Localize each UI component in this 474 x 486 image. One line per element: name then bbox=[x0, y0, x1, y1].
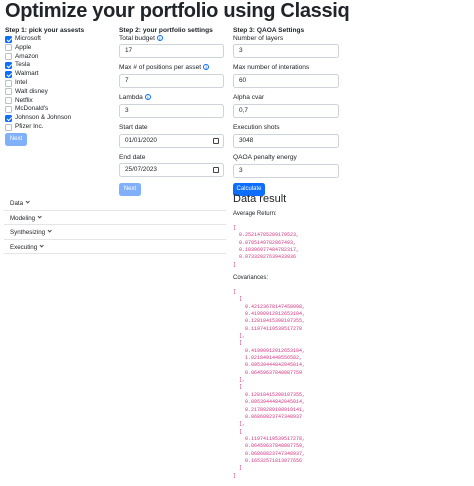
asset-item[interactable]: Walmart bbox=[5, 70, 115, 78]
asset-checkbox[interactable] bbox=[5, 105, 12, 113]
iterations-input[interactable]: 60 bbox=[233, 74, 339, 88]
page-title: Optimize your portfolio using Classiq bbox=[5, 0, 350, 22]
asset-item[interactable]: Johnson & Johnson bbox=[5, 114, 115, 122]
asset-checkbox[interactable] bbox=[5, 114, 12, 122]
accordion-modeling-label: Modeling bbox=[10, 213, 43, 222]
asset-item[interactable]: Netflix bbox=[5, 97, 115, 105]
alpha-cvar-label: Alpha cvar bbox=[233, 94, 265, 101]
average-return-values: [ 0.25214785289179523, 0.070514978286749… bbox=[233, 225, 300, 268]
asset-label: Walmart bbox=[15, 70, 39, 78]
execution-shots-label: Execution shots bbox=[233, 124, 280, 131]
step1-title: Step 1: pick your assests bbox=[5, 27, 85, 34]
step3-column: Step 3: QAOA Settings Number of layers 3… bbox=[233, 27, 339, 197]
start-date-input[interactable]: 01/01/2020 bbox=[119, 134, 224, 148]
chevron-down-icon bbox=[47, 228, 53, 234]
accordion-synthesizing-label: Synthesizing bbox=[10, 228, 53, 236]
average-return-label: Average Return: bbox=[233, 211, 277, 217]
asset-label: Amazon bbox=[15, 52, 39, 60]
accordion-executing-label: Executing bbox=[10, 242, 45, 251]
lambda-label: Lambda i bbox=[119, 94, 151, 101]
asset-label: Tesla bbox=[15, 61, 30, 69]
chevron-down-icon bbox=[37, 213, 43, 219]
info-icon[interactable]: i bbox=[156, 35, 163, 42]
end-date-value: 25/07/2023 bbox=[125, 166, 157, 173]
step3-title: Step 3: QAOA Settings bbox=[233, 27, 305, 34]
asset-checkbox[interactable] bbox=[5, 123, 12, 131]
asset-checkbox[interactable] bbox=[5, 61, 12, 69]
alpha-cvar-input[interactable]: 0,7 bbox=[233, 104, 339, 118]
asset-label: Apple bbox=[15, 43, 32, 51]
asset-item[interactable]: McDonald's bbox=[5, 105, 115, 113]
step1-next-button[interactable]: Next bbox=[5, 133, 27, 146]
asset-checkbox[interactable] bbox=[5, 44, 12, 52]
asset-item[interactable]: Tesla bbox=[5, 61, 115, 69]
accordion-data[interactable]: Data bbox=[4, 196, 226, 211]
asset-checkbox[interactable] bbox=[5, 53, 12, 61]
covariances-label: Covariances: bbox=[233, 275, 269, 281]
asset-item[interactable]: Intel bbox=[5, 79, 115, 87]
asset-label: Pfizer Inc. bbox=[15, 123, 44, 130]
chevron-down-icon bbox=[25, 199, 31, 205]
accordion-synthesizing[interactable]: Synthesizing bbox=[4, 225, 226, 240]
accordion-executing[interactable]: Executing bbox=[4, 240, 226, 254]
asset-item[interactable]: Microsoft bbox=[5, 35, 115, 43]
max-positions-label: Max # of positions per asset i bbox=[119, 64, 210, 71]
start-date-label: Start date bbox=[119, 124, 148, 131]
penalty-energy-label: QAOA penalty energy bbox=[233, 154, 297, 161]
asset-item[interactable]: Walt disney bbox=[5, 88, 115, 96]
asset-label: Johnson & Johnson bbox=[15, 114, 72, 122]
layers-input[interactable]: 3 bbox=[233, 44, 339, 58]
asset-checkbox[interactable] bbox=[5, 35, 12, 43]
calendar-icon[interactable] bbox=[213, 138, 219, 144]
step2-title: Step 2: your portfolio settings bbox=[119, 27, 213, 34]
lambda-input[interactable]: 3 bbox=[119, 104, 224, 118]
asset-checkbox[interactable] bbox=[5, 88, 12, 96]
asset-item[interactable]: Apple bbox=[5, 44, 115, 52]
covariance-values: [ [ 0.42123678147458998, 0.4199091201265… bbox=[233, 289, 306, 479]
execution-shots-input[interactable]: 3048 bbox=[233, 134, 339, 148]
total-budget-label: Total budget i bbox=[119, 35, 163, 42]
iterations-label: Max number of interations bbox=[233, 64, 310, 71]
layers-label: Number of layers bbox=[233, 35, 284, 42]
asset-label: Microsoft bbox=[15, 35, 41, 42]
info-icon[interactable]: i bbox=[203, 64, 210, 71]
asset-list: Microsoft Apple Amazon Tesla Walmart Intel Wal… bbox=[5, 35, 115, 133]
calendar-icon[interactable] bbox=[213, 167, 219, 173]
total-budget-input[interactable]: 17 bbox=[119, 44, 224, 58]
penalty-energy-input[interactable]: 3 bbox=[233, 164, 339, 178]
accordion-data-label: Data bbox=[10, 199, 31, 207]
asset-item[interactable]: Pfizer Inc. bbox=[5, 123, 115, 131]
info-icon[interactable]: i bbox=[144, 94, 151, 101]
start-date-value: 01/01/2020 bbox=[125, 137, 157, 144]
chevron-down-icon bbox=[39, 242, 45, 248]
asset-checkbox[interactable] bbox=[5, 70, 12, 78]
asset-checkbox[interactable] bbox=[5, 79, 12, 87]
asset-label: Walt disney bbox=[15, 87, 48, 95]
asset-item[interactable]: Amazon bbox=[5, 53, 115, 61]
asset-label: Netflix bbox=[15, 96, 33, 104]
asset-label: McDonald's bbox=[15, 105, 49, 113]
results-title: Data result bbox=[233, 193, 287, 205]
end-date-input[interactable]: 25/07/2023 bbox=[119, 163, 224, 177]
accordion-modeling[interactable]: Modeling bbox=[4, 211, 226, 225]
step1-column: Step 1: pick your assests Microsoft Apple… bbox=[5, 27, 115, 147]
step2-column: Step 2: your portfolio settings Total bu… bbox=[119, 27, 225, 197]
step2-next-button[interactable]: Next bbox=[119, 183, 141, 196]
max-positions-input[interactable]: 7 bbox=[119, 74, 224, 88]
asset-label: Intel bbox=[15, 79, 28, 86]
end-date-label: End date bbox=[119, 154, 146, 161]
asset-checkbox[interactable] bbox=[5, 97, 12, 105]
